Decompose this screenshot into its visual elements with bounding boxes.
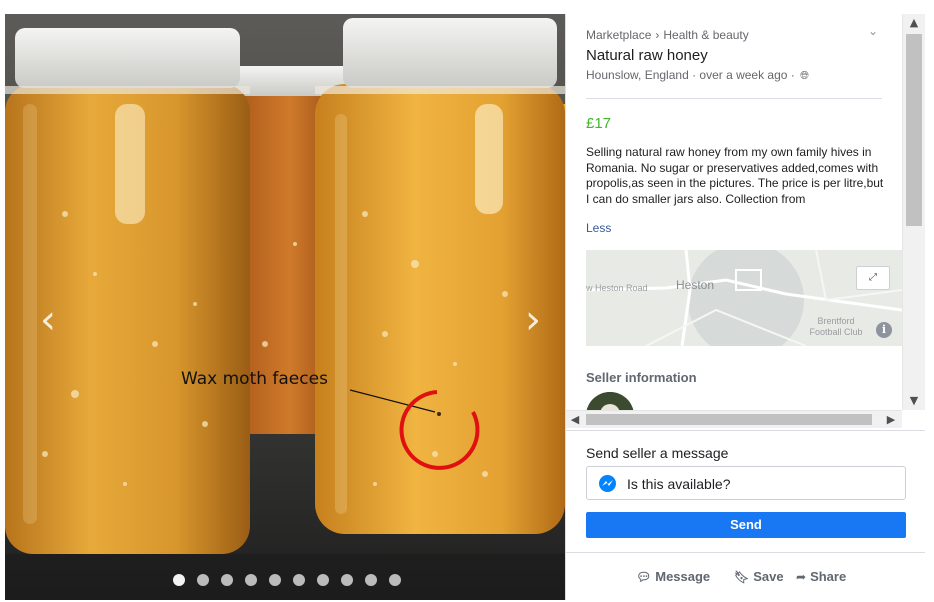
horizontal-scroll-thumb[interactable]	[586, 414, 872, 425]
marketplace-listing-window: ‹ › Wax moth faeces Marketplace › Health &…	[0, 0, 934, 602]
save-action-label: Save	[753, 569, 784, 584]
listing-description: Selling natural raw honey from my own fa…	[586, 145, 884, 206]
next-photo-button[interactable]: ›	[518, 300, 548, 340]
photo-dot[interactable]	[389, 574, 401, 586]
message-action-button[interactable]: 💬︎ Message	[636, 569, 710, 584]
photo-viewer[interactable]: ‹ › Wax moth faeces	[5, 14, 565, 600]
vertical-scroll-thumb[interactable]	[906, 34, 922, 226]
message-input[interactable]: Is this available?	[586, 466, 906, 500]
show-less-link[interactable]: Less	[586, 221, 611, 235]
divider	[586, 98, 882, 99]
listing-details-scroll-area[interactable]: Marketplace › Health & beauty ⌄ Natural ra…	[566, 14, 902, 410]
vertical-scrollbar[interactable]: ▲ ▼	[902, 14, 925, 410]
breadcrumb-health-beauty[interactable]: Health & beauty	[663, 28, 748, 42]
scroll-left-icon[interactable]: ◀	[566, 411, 584, 428]
annotation-label: Wax moth faeces	[181, 369, 328, 389]
breadcrumb-marketplace[interactable]: Marketplace	[586, 28, 651, 42]
messenger-icon	[599, 475, 616, 492]
listing-details-panel: Marketplace › Health & beauty ⌄ Natural ra…	[565, 14, 925, 600]
photo-dot[interactable]	[173, 574, 185, 586]
chevron-down-icon[interactable]: ⌄	[868, 24, 878, 38]
message-action-label: Message	[655, 569, 711, 584]
save-action-button[interactable]: 🔖︎ Save	[734, 569, 784, 584]
listing-location: Hounslow, England · over a week ago · 🌐︎	[586, 68, 809, 83]
photo-dot[interactable]	[365, 574, 377, 586]
send-button[interactable]: Send	[586, 512, 906, 538]
scroll-down-icon[interactable]: ▼	[903, 392, 925, 410]
photo-dot[interactable]	[221, 574, 233, 586]
photo-dot[interactable]	[341, 574, 353, 586]
photo-pagination-dots	[173, 574, 401, 586]
send-message-heading: Send seller a message	[586, 445, 729, 461]
photo-dot[interactable]	[317, 574, 329, 586]
seller-avatar[interactable]	[586, 392, 634, 410]
photo-dot[interactable]	[293, 574, 305, 586]
location-map[interactable]: w Heston Road Heston Brentford Football …	[586, 250, 902, 346]
share-action-label: Share	[810, 569, 847, 584]
share-action-button[interactable]: ➦ Share	[796, 569, 846, 584]
message-input-value: Is this available?	[627, 476, 731, 492]
photo-dot[interactable]	[197, 574, 209, 586]
listing-title: Natural raw honey	[586, 47, 708, 64]
listing-price: £17	[586, 115, 612, 132]
listing-photo	[5, 14, 565, 600]
scroll-up-icon[interactable]: ▲	[903, 14, 925, 32]
map-place-label: Heston	[676, 278, 715, 292]
message-seller-section: Send seller a message Is this available?…	[566, 430, 925, 552]
bookmark-icon: 🔖︎	[734, 570, 750, 584]
previous-photo-button[interactable]: ‹	[33, 300, 63, 340]
seller-avatar-image	[586, 392, 634, 410]
scroll-right-icon[interactable]: ▶	[882, 411, 900, 428]
breadcrumb: Marketplace › Health & beauty	[586, 28, 749, 42]
map-road-label: w Heston Road	[586, 283, 648, 293]
globe-icon: 🌐︎	[800, 69, 809, 82]
map-info-icon[interactable]: i	[876, 322, 892, 338]
listing-location-text: Hounslow, England · over a week ago ·	[586, 68, 795, 82]
speech-bubble-icon: 💬︎	[636, 570, 652, 584]
breadcrumb-separator: ›	[655, 28, 660, 42]
listing-action-bar: 💬︎ Message 🔖︎ Save ➦ Share	[566, 552, 925, 600]
horizontal-scrollbar[interactable]: ◀ ▶	[566, 410, 902, 428]
share-arrow-icon: ➦	[796, 570, 807, 584]
expand-map-icon[interactable]: ⤢	[856, 266, 890, 290]
seller-information-heading: Seller information	[586, 370, 697, 385]
map-landmark-label: Brentford Football Club	[809, 316, 863, 337]
photo-dot[interactable]	[269, 574, 281, 586]
photo-dot[interactable]	[245, 574, 257, 586]
